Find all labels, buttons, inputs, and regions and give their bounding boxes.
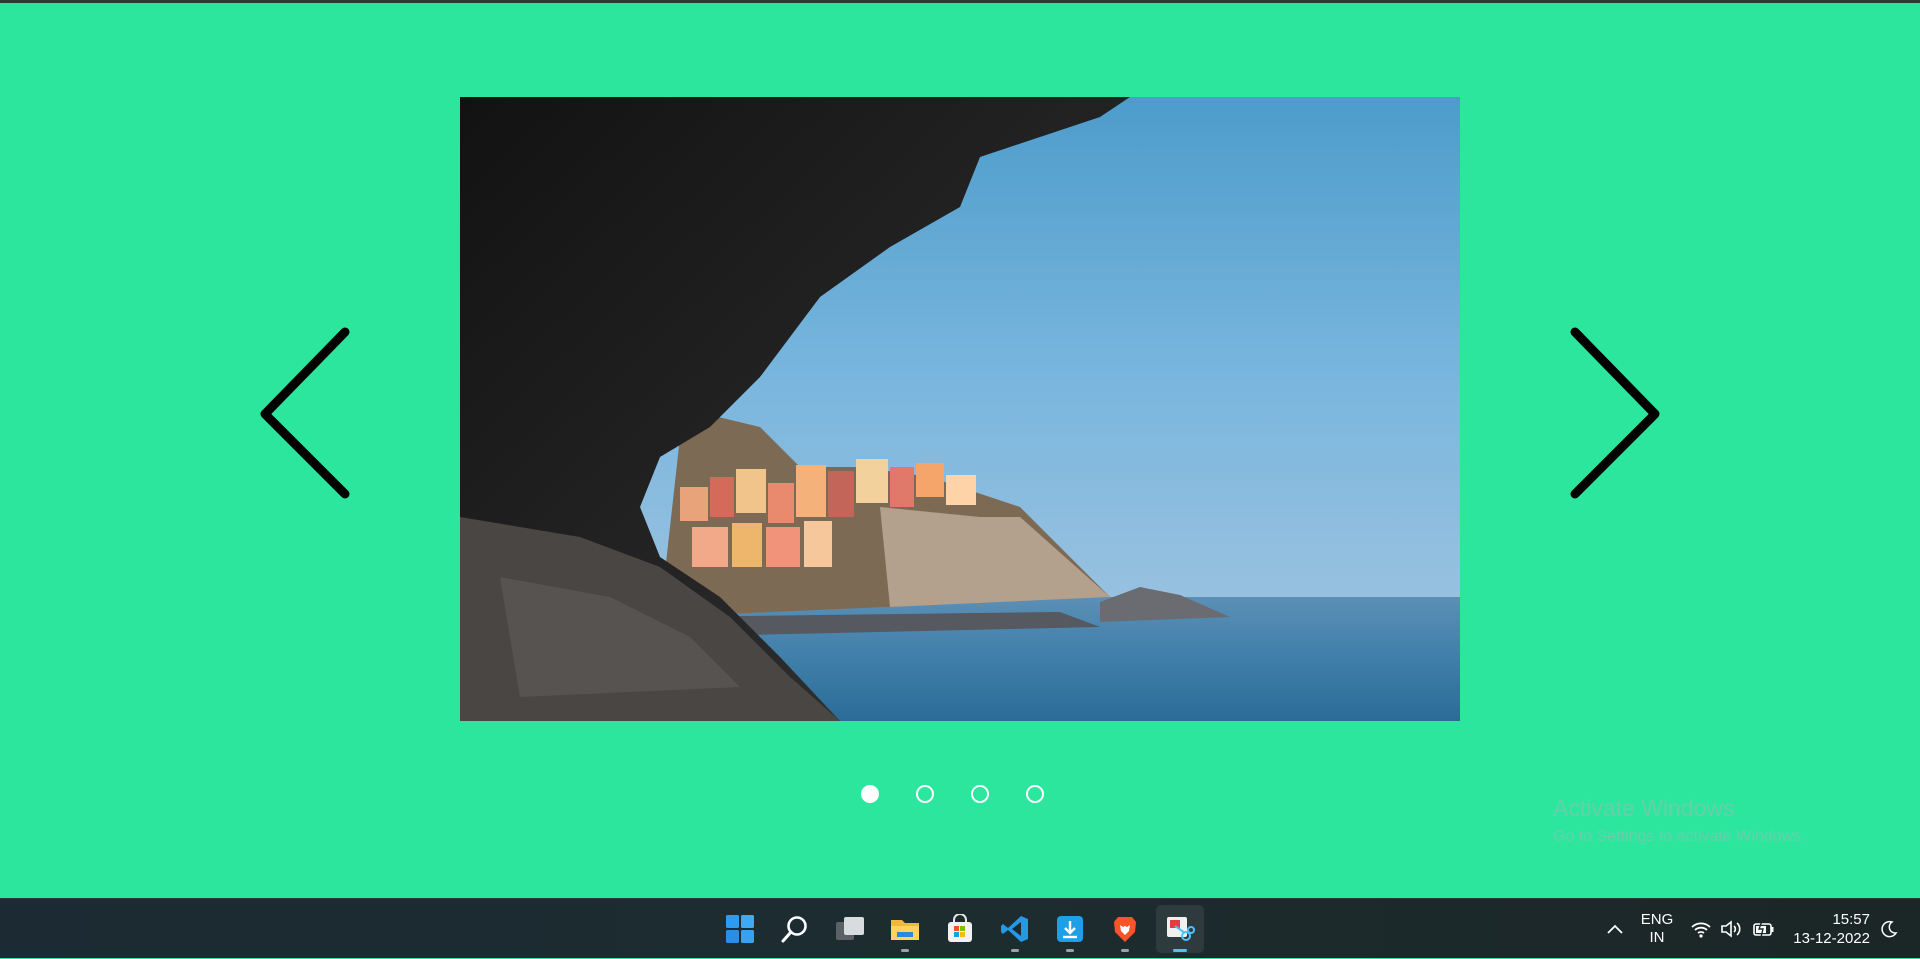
chevron-up-icon	[1607, 924, 1623, 934]
chevron-left-icon	[260, 327, 350, 499]
brave-lion-icon	[1114, 917, 1136, 942]
folder-icon	[891, 920, 919, 940]
search-button[interactable]	[771, 905, 819, 953]
clock-time: 15:57	[1832, 911, 1870, 928]
carousel-dot-4[interactable]	[1026, 785, 1044, 803]
snipping-tool-icon	[1167, 917, 1195, 941]
download-box-icon	[1057, 916, 1083, 942]
file-explorer-button[interactable]	[881, 905, 929, 953]
focus-assist-button[interactable]	[1874, 899, 1904, 959]
task-view-icon	[836, 917, 864, 940]
next-slide-button[interactable]	[1560, 322, 1670, 502]
search-icon	[781, 916, 807, 943]
download-app-button[interactable]	[1046, 905, 1094, 953]
watermark-title: Activate Windows	[1553, 795, 1735, 821]
region-code: IN	[1649, 929, 1665, 946]
activate-windows-watermark: Activate Windows Go to Settings to activ…	[1553, 795, 1806, 846]
clock-date: 13-12-2022	[1793, 930, 1870, 947]
window-top-border	[0, 0, 1920, 3]
language-code: ENG	[1640, 911, 1674, 928]
vscode-icon	[1001, 916, 1028, 942]
vscode-button[interactable]	[991, 905, 1039, 953]
snipping-tool-button[interactable]	[1156, 905, 1204, 953]
running-indicator	[1121, 949, 1129, 952]
running-indicator	[901, 949, 909, 952]
carousel-dot-1[interactable]	[861, 785, 879, 803]
moon-icon	[1881, 920, 1898, 938]
running-indicator	[1011, 949, 1019, 952]
wifi-icon	[1691, 922, 1711, 938]
running-indicator	[1066, 949, 1074, 952]
carousel-dot-2[interactable]	[916, 785, 934, 803]
active-indicator	[1173, 949, 1187, 952]
clock[interactable]: 15:57 13-12-2022	[1786, 899, 1870, 959]
windows-logo-icon	[726, 915, 754, 943]
show-hidden-icons-button[interactable]	[1601, 899, 1629, 959]
start-button[interactable]	[716, 905, 764, 953]
microsoft-store-button[interactable]	[936, 905, 984, 953]
brave-browser-button[interactable]	[1101, 905, 1149, 953]
taskbar-apps	[716, 905, 1204, 953]
carousel-dot-3[interactable]	[971, 785, 989, 803]
task-view-button[interactable]	[826, 905, 874, 953]
carousel-slide-image	[460, 97, 1460, 721]
prev-slide-button[interactable]	[250, 322, 360, 502]
taskbar: ENG IN 15:57 13-12-2022	[0, 898, 1920, 958]
volume-icon	[1721, 920, 1741, 938]
carousel-dots	[861, 785, 1044, 807]
battery-charging-icon	[1753, 920, 1774, 938]
chevron-right-icon	[1570, 327, 1660, 499]
store-icon	[948, 914, 972, 942]
watermark-subtitle: Go to Settings to activate Windows.	[1553, 828, 1806, 845]
language-indicator[interactable]: ENG IN	[1640, 899, 1674, 959]
system-tray-status[interactable]	[1690, 899, 1776, 959]
